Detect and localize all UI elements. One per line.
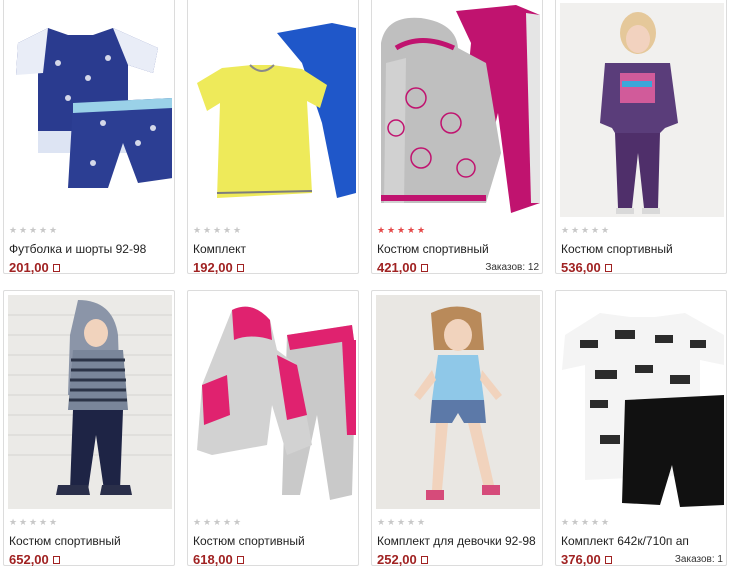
product-card[interactable]: ★ ★ ★ ★ ★ Костюм спортивный 618,00 [187,290,359,567]
star-icon: ★ [591,225,600,235]
star-icon: ★ [223,225,232,235]
product-price: 421,00 [377,260,428,275]
star-icon: ★ [9,225,18,235]
star-icon: ★ [49,225,58,235]
product-title[interactable]: Костюм спортивный [193,534,305,548]
print-shirt-black-shorts-image [560,295,724,509]
product-title[interactable]: Комплект для девочки 92-98 [377,534,536,548]
star-icon: ★ [19,225,28,235]
star-icon: ★ [601,225,610,235]
product-image[interactable] [8,295,172,509]
star-icon: ★ [213,517,222,527]
star-icon: ★ [29,517,38,527]
product-card[interactable]: ★ ★ ★ ★ ★ Комплект для девочки 92-98 252,00 [371,290,543,567]
product-price: 252,00 [377,552,428,567]
star-icon: ★ [193,225,202,235]
rating-stars: ★ ★ ★ ★ ★ [193,226,242,235]
star-icon: ★ [387,225,396,235]
girl-purple-suit-image [560,3,724,217]
star-icon: ★ [591,517,600,527]
star-icon: ★ [581,517,590,527]
grey-hoodie-pink-pants-image [376,3,540,217]
product-title[interactable]: Комплект 642к/710п ап [561,534,689,548]
rating-stars: ★ ★ ★ ★ ★ [561,518,610,527]
star-icon: ★ [571,225,580,235]
product-title[interactable]: Футболка и шорты 92-98 [9,242,146,256]
product-card[interactable]: ★ ★ ★ ★ ★ Футболка и шорты 92-98 201,00 [3,0,175,275]
currency-icon [52,555,60,564]
currency-icon [420,555,428,564]
star-icon: ★ [19,517,28,527]
product-price: 618,00 [193,552,244,567]
girl-blue-top-shorts-image [376,295,540,509]
product-title[interactable]: Костюм спортивный [561,242,673,256]
star-icon: ★ [193,517,202,527]
product-price: 536,00 [561,260,612,275]
currency-icon [236,263,244,272]
star-icon: ★ [407,225,416,235]
orders-count: Заказов: 1 [674,554,723,565]
currency-icon [604,555,612,564]
product-price: 192,00 [193,260,244,275]
product-card[interactable]: ★ ★ ★ ★ ★ Комплект 642к/710п ап 376,00 Заказ… [555,290,727,567]
star-icon: ★ [561,517,570,527]
product-card[interactable]: ★ ★ ★ ★ ★ Комплект 192,00 [187,0,359,275]
star-icon: ★ [561,225,570,235]
product-card[interactable]: ★ ★ ★ ★ ★ Костюм спортивный 652,00 [3,290,175,567]
product-card[interactable]: ★ ★ ★ ★ ★ Костюм спортивный 536,00 [555,0,727,275]
orders-count: Заказов: 12 [485,262,539,273]
product-image[interactable] [192,3,356,217]
star-icon: ★ [203,517,212,527]
star-icon: ★ [213,225,222,235]
product-image[interactable] [560,295,724,509]
tshirt-shorts-blue-image [8,3,172,217]
rating-stars: ★ ★ ★ ★ ★ [561,226,610,235]
star-icon: ★ [49,517,58,527]
star-icon: ★ [233,517,242,527]
product-image[interactable] [376,3,540,217]
product-price: 376,00 [561,552,612,567]
product-price: 652,00 [9,552,60,567]
boy-striped-hoodie-image [8,295,172,509]
star-icon: ★ [223,517,232,527]
currency-icon [604,263,612,272]
star-icon: ★ [417,517,426,527]
product-title[interactable]: Комплект [193,242,246,256]
star-icon: ★ [29,225,38,235]
star-icon: ★ [581,225,590,235]
yellow-shirt-blue-pants-image [192,3,356,217]
star-icon: ★ [397,225,406,235]
rating-stars: ★ ★ ★ ★ ★ [377,226,426,235]
star-icon: ★ [39,517,48,527]
rating-stars: ★ ★ ★ ★ ★ [9,226,58,235]
product-title[interactable]: Костюм спортивный [9,534,121,548]
currency-icon [420,263,428,272]
product-image[interactable] [376,295,540,509]
rating-stars: ★ ★ ★ ★ ★ [377,518,426,527]
currency-icon [52,263,60,272]
pink-grey-tracksuit-image [192,295,356,509]
star-icon: ★ [377,225,386,235]
star-icon: ★ [203,225,212,235]
star-icon: ★ [387,517,396,527]
product-grid: ★ ★ ★ ★ ★ Футболка и шорты 92-98 201,00 ★ ★ ★ ★… [0,0,741,579]
product-image[interactable] [192,295,356,509]
star-icon: ★ [601,517,610,527]
star-icon: ★ [417,225,426,235]
product-image[interactable] [8,3,172,217]
rating-stars: ★ ★ ★ ★ ★ [9,518,58,527]
star-icon: ★ [233,225,242,235]
product-title[interactable]: Костюм спортивный [377,242,489,256]
star-icon: ★ [377,517,386,527]
star-icon: ★ [407,517,416,527]
product-card[interactable]: ★ ★ ★ ★ ★ Костюм спортивный 421,00 Заказов: … [371,0,543,275]
currency-icon [236,555,244,564]
star-icon: ★ [571,517,580,527]
rating-stars: ★ ★ ★ ★ ★ [193,518,242,527]
product-price: 201,00 [9,260,60,275]
star-icon: ★ [397,517,406,527]
product-image[interactable] [560,3,724,217]
star-icon: ★ [9,517,18,527]
star-icon: ★ [39,225,48,235]
